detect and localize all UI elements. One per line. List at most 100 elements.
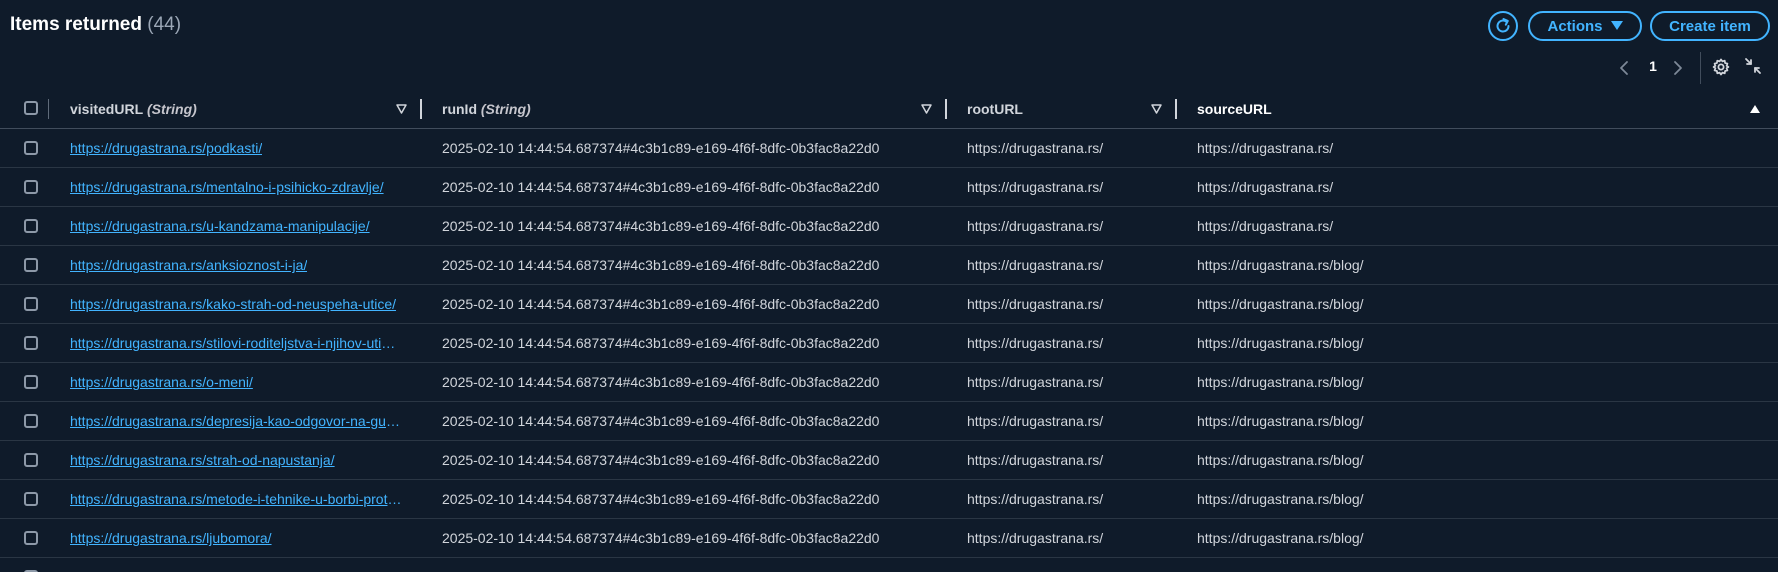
cell-rooturl: https://drugastrana.rs/	[967, 530, 1104, 546]
table-row: https://drugastrana.rs/anksioznost-i-ja/…	[0, 246, 1778, 285]
cell-visitedurl: https://drugastrana.rs/anksioznost-i-ja/	[70, 246, 402, 284]
column-header-runid[interactable]: runId (String)	[442, 90, 531, 128]
row-checkbox[interactable]	[24, 258, 38, 272]
cell-rooturl: https://drugastrana.rs/	[967, 257, 1104, 273]
filter-triangle-icon[interactable]	[921, 104, 932, 114]
cell-rooturl: https://drugastrana.rs/	[967, 374, 1104, 390]
visitedurl-link[interactable]: https://drugastrana.rs/mentalno-i-psihic…	[70, 179, 384, 195]
cell-visitedurl: https://drugastrana.rs/u-kandzama-manipu…	[70, 207, 402, 245]
create-item-button[interactable]: Create item	[1650, 11, 1770, 41]
select-all-checkbox[interactable]	[24, 101, 38, 115]
row-checkbox[interactable]	[24, 531, 38, 545]
cell-runid	[442, 558, 942, 572]
cell-rooturl: https://drugastrana.rs/	[967, 452, 1104, 468]
table-row: https://drugastrana.rs/kako-strah-od-neu…	[0, 285, 1778, 324]
column-name: visitedURL	[70, 101, 144, 117]
column-type: (String)	[147, 101, 197, 117]
cell-runid: 2025-02-10 14:44:54.687374#4c3b1c89-e169…	[442, 257, 880, 273]
row-checkbox[interactable]	[24, 180, 38, 194]
table-row: https://drugastrana.rs/ljubomora/ 2025-0…	[0, 519, 1778, 558]
cell-sourceurl	[1197, 558, 1697, 572]
visitedurl-link[interactable]: https://drugastrana.rs/anksioznost-i-ja/	[70, 257, 307, 273]
table-row: https://drugastrana.rs/podkasti/ 2025-02…	[0, 129, 1778, 168]
cell-sourceurl: https://drugastrana.rs/blog/	[1197, 335, 1364, 351]
actions-dropdown-button[interactable]: Actions	[1528, 11, 1642, 41]
row-checkbox[interactable]	[24, 453, 38, 467]
filter-triangle-icon[interactable]	[396, 104, 407, 114]
items-count: (44)	[147, 14, 182, 35]
column-header-sourceurl[interactable]: sourceURL	[1197, 90, 1272, 128]
cell-rooturl: https://drugastrana.rs/	[967, 335, 1104, 351]
caret-down-icon	[1610, 21, 1623, 30]
cell-sourceurl: https://drugastrana.rs/blog/	[1197, 491, 1364, 507]
row-checkbox[interactable]	[24, 414, 38, 428]
create-item-label: Create item	[1669, 17, 1751, 35]
refresh-icon	[1496, 18, 1510, 33]
column-type: (String)	[480, 101, 531, 117]
column-resizer[interactable]	[945, 99, 947, 119]
table-row: https://drugastrana.rs/u-kandzama-manipu…	[0, 207, 1778, 246]
visitedurl-link[interactable]: https://drugastrana.rs/kako-strah-od-neu…	[70, 296, 396, 312]
cell-sourceurl: https://drugastrana.rs/	[1197, 218, 1334, 234]
items-table: visitedURL (String) runId (String) rootU…	[0, 90, 1778, 572]
column-resizer[interactable]	[420, 99, 422, 119]
visitedurl-link[interactable]: https://drugastrana.rs/ljubomora/	[70, 530, 272, 546]
filter-triangle-icon[interactable]	[1151, 104, 1162, 114]
cell-runid: 2025-02-10 14:44:54.687374#4c3b1c89-e169…	[442, 530, 880, 546]
cell-runid: 2025-02-10 14:44:54.687374#4c3b1c89-e169…	[442, 179, 880, 195]
visitedurl-link[interactable]: https://drugastrana.rs/u-kandzama-manipu…	[70, 218, 370, 234]
row-checkbox[interactable]	[24, 141, 38, 155]
column-name: sourceURL	[1197, 101, 1272, 117]
current-page-number[interactable]: 1	[1648, 58, 1658, 74]
visitedurl-link[interactable]: https://drugastrana.rs/podkasti/	[70, 140, 262, 156]
row-checkbox[interactable]	[24, 375, 38, 389]
row-checkbox[interactable]	[24, 297, 38, 311]
cell-rooturl: https://drugastrana.rs/	[967, 140, 1104, 156]
cell-sourceurl: https://drugastrana.rs/blog/	[1197, 374, 1364, 390]
table-row: https://drugastrana.rs/o-meni/ 2025-02-1…	[0, 363, 1778, 402]
cell-runid: 2025-02-10 14:44:54.687374#4c3b1c89-e169…	[442, 140, 880, 156]
visitedurl-link[interactable]: https://drugastrana.rs/stilovi-roditeljs…	[70, 335, 402, 351]
pager-divider	[1700, 52, 1701, 84]
visitedurl-link[interactable]: https://drugastrana.rs/depresija-kao-odg…	[70, 413, 402, 429]
refresh-button[interactable]	[1488, 11, 1518, 41]
page-title: Items returned (44)	[10, 14, 181, 36]
cell-rooturl: https://drugastrana.rs/	[967, 296, 1104, 312]
cell-visitedurl: https://drugastrana.rs/mentalno-i-psihic…	[70, 168, 402, 206]
column-header-rooturl[interactable]: rootURL	[967, 90, 1023, 128]
gear-icon[interactable]	[1711, 57, 1731, 77]
table-row: https://drugastrana.rs/strah-od-napustan…	[0, 441, 1778, 480]
cell-visitedurl: https://drugastrana.rs/o-meni/	[70, 363, 402, 401]
cell-runid: 2025-02-10 14:44:54.687374#4c3b1c89-e169…	[442, 452, 880, 468]
cell-visitedurl: https://drugastrana.rs/stilovi-roditeljs…	[70, 324, 402, 362]
cell-rooturl: https://drugastrana.rs/	[967, 413, 1104, 429]
actions-label: Actions	[1547, 17, 1603, 35]
cell-visitedurl	[70, 558, 402, 572]
cell-sourceurl: https://drugastrana.rs/	[1197, 140, 1334, 156]
table-row: https://drugastrana.rs/metode-i-tehnike-…	[0, 480, 1778, 519]
title-text: Items returned	[10, 14, 142, 35]
cell-sourceurl: https://drugastrana.rs/blog/	[1197, 413, 1364, 429]
collapse-icon[interactable]	[1743, 56, 1763, 76]
cell-runid: 2025-02-10 14:44:54.687374#4c3b1c89-e169…	[442, 218, 880, 234]
row-checkbox[interactable]	[24, 219, 38, 233]
chevron-right-icon[interactable]	[1672, 58, 1684, 78]
row-checkbox[interactable]	[24, 492, 38, 506]
visitedurl-link[interactable]: https://drugastrana.rs/o-meni/	[70, 374, 253, 390]
visitedurl-link[interactable]: https://drugastrana.rs/strah-od-napustan…	[70, 452, 335, 468]
cell-runid: 2025-02-10 14:44:54.687374#4c3b1c89-e169…	[442, 296, 880, 312]
table-header-row: visitedURL (String) runId (String) rootU…	[0, 90, 1778, 129]
items-panel: Items returned (44) Actions Create item …	[0, 0, 1778, 572]
row-checkbox[interactable]	[24, 336, 38, 350]
column-resizer[interactable]	[1175, 99, 1177, 119]
column-name: rootURL	[967, 101, 1023, 117]
column-header-visitedurl[interactable]: visitedURL (String)	[70, 90, 197, 128]
sort-ascending-icon[interactable]	[1749, 104, 1761, 114]
cell-visitedurl: https://drugastrana.rs/strah-od-napustan…	[70, 441, 402, 479]
table-row: https://drugastrana.rs/depresija-kao-odg…	[0, 402, 1778, 441]
column-separator	[48, 99, 49, 119]
visitedurl-link[interactable]: https://drugastrana.rs/metode-i-tehnike-…	[70, 491, 402, 507]
chevron-left-icon[interactable]	[1618, 58, 1630, 78]
panel-header: Items returned (44) Actions Create item	[0, 0, 1778, 52]
cell-visitedurl: https://drugastrana.rs/kako-strah-od-neu…	[70, 285, 402, 323]
